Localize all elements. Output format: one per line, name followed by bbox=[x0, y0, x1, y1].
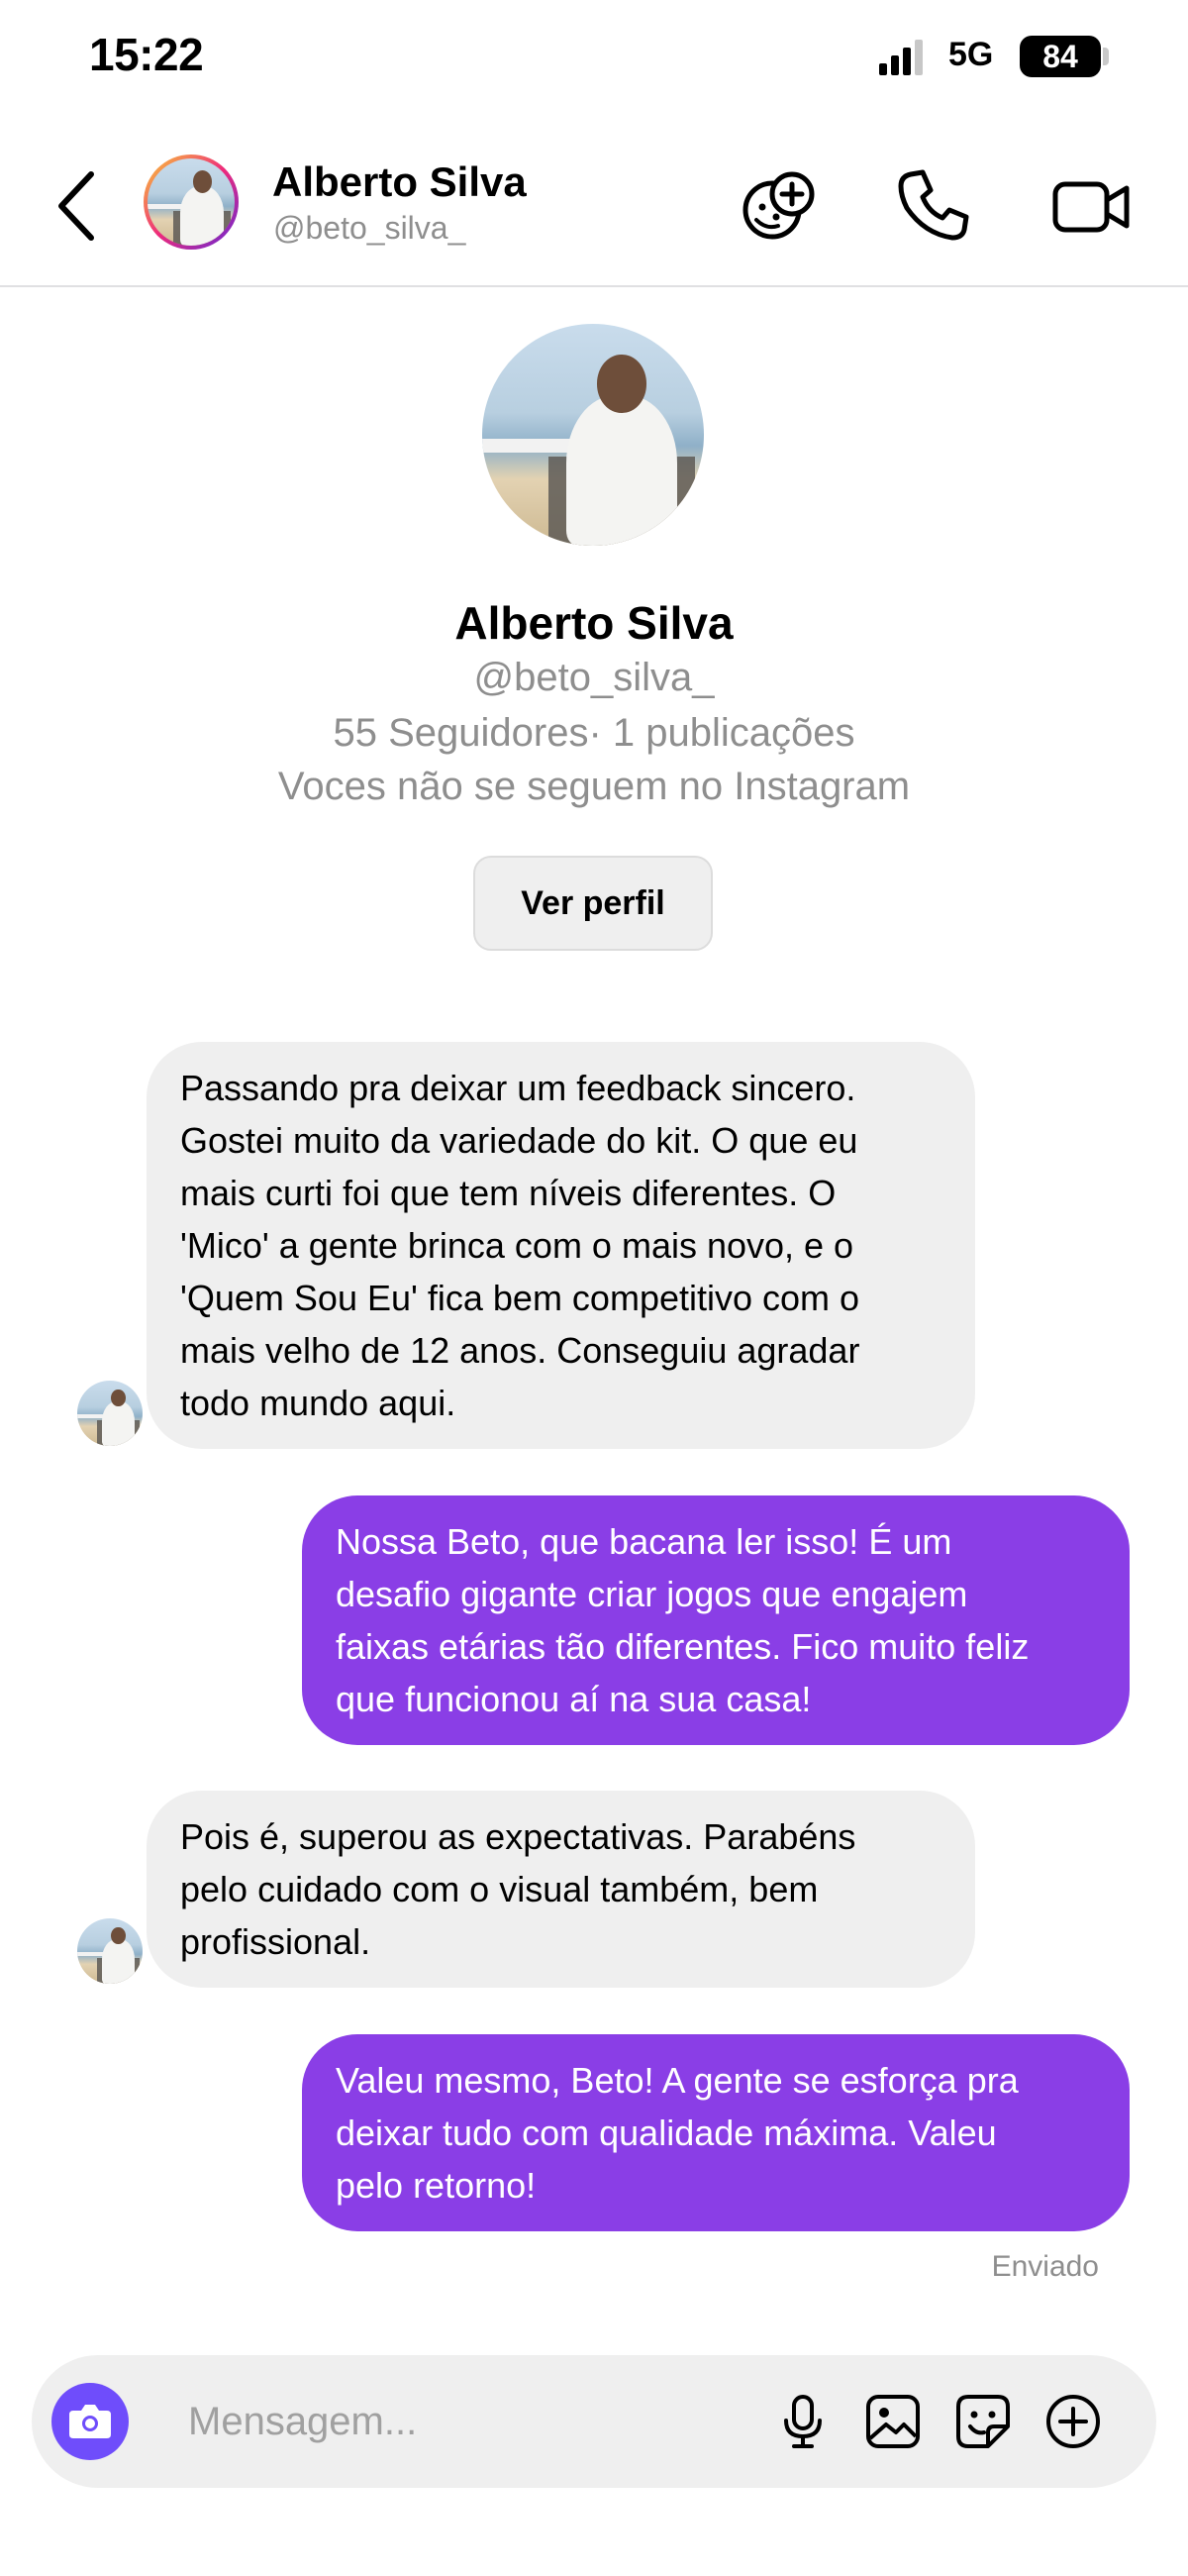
message-line: que funcionou aí na sua casa! bbox=[336, 1679, 812, 1719]
message-line: desafio gigante criar jogos que engajem bbox=[336, 1574, 968, 1614]
microphone-button[interactable] bbox=[770, 2389, 836, 2454]
message-line: 'Mico' a gente brinca com o mais novo, e… bbox=[180, 1225, 854, 1266]
sticker-button[interactable] bbox=[950, 2389, 1016, 2454]
microphone-icon bbox=[784, 2395, 822, 2448]
sent-status: Enviado bbox=[991, 2250, 1099, 2283]
message-line: pelo retorno! bbox=[336, 2165, 537, 2206]
header-avatar[interactable] bbox=[144, 155, 239, 250]
message-line: 'Quem Sou Eu' fica bem competitivo com o bbox=[180, 1278, 860, 1318]
profile-name: Alberto Silva bbox=[454, 597, 734, 649]
back-arrow-icon bbox=[58, 171, 94, 241]
camera-icon bbox=[69, 2405, 111, 2438]
message-bubble-incoming[interactable]: Passando pra deixar um feedback sincero.… bbox=[147, 1042, 975, 1449]
message-bubble-outgoing[interactable]: Nossa Beto, que bacana ler isso! É um de… bbox=[302, 1495, 1130, 1745]
message-line: Pois é, superou as expectativas. Parabén… bbox=[180, 1816, 856, 1857]
profile-handle: @beto_silva_ bbox=[473, 656, 715, 699]
voice-call-button[interactable] bbox=[889, 160, 978, 250]
more-options-button[interactable] bbox=[1040, 2389, 1106, 2454]
message-line: Nossa Beto, que bacana ler isso! É um bbox=[336, 1521, 952, 1562]
message-line: Passando pra deixar um feedback sincero. bbox=[180, 1068, 856, 1108]
phone-icon bbox=[898, 169, 969, 241]
chat-header: Alberto Silva @beto_silva_ bbox=[0, 139, 1188, 287]
message-bubble-incoming[interactable]: Pois é, superou as expectativas. Parabén… bbox=[147, 1791, 975, 1988]
video-call-button[interactable] bbox=[1047, 160, 1137, 250]
follow-status: Voces não se seguem no Instagram bbox=[277, 765, 911, 808]
header-contact-name[interactable]: Alberto Silva bbox=[272, 158, 527, 206]
plus-circle-icon bbox=[1046, 2395, 1100, 2448]
sender-avatar[interactable] bbox=[77, 1918, 143, 1984]
back-button[interactable] bbox=[50, 166, 109, 246]
battery-cap bbox=[1103, 48, 1109, 65]
battery-level: 84 bbox=[1020, 36, 1101, 77]
message-line: mais velho de 12 anos. Conseguiu agradar bbox=[180, 1330, 860, 1371]
message-line: mais curti foi que tem níveis diferentes… bbox=[180, 1173, 837, 1213]
message-line: profissional. bbox=[180, 1921, 371, 1962]
message-composer bbox=[32, 2355, 1156, 2488]
message-line: todo mundo aqui. bbox=[180, 1383, 456, 1423]
profile-photo[interactable] bbox=[482, 324, 704, 546]
message-bubble-outgoing[interactable]: Valeu mesmo, Beto! A gente se esforça pr… bbox=[302, 2034, 1130, 2231]
gallery-icon bbox=[866, 2395, 920, 2448]
view-profile-button[interactable]: Ver perfil bbox=[473, 856, 713, 951]
network-type: 5G bbox=[948, 36, 994, 73]
signal-strength-icon bbox=[879, 40, 923, 75]
message-line: Gostei muito da variedade do kit. O que … bbox=[180, 1120, 858, 1161]
profile-stats: 55 Seguidores· 1 publicações bbox=[333, 711, 855, 755]
message-line: Valeu mesmo, Beto! A gente se esforça pr… bbox=[336, 2060, 1019, 2101]
sender-avatar[interactable] bbox=[77, 1381, 143, 1446]
header-contact-handle[interactable]: @beto_silva_ bbox=[273, 210, 465, 247]
message-line: pelo cuidado com o visual também, bem bbox=[180, 1869, 819, 1909]
video-camera-icon bbox=[1052, 181, 1130, 233]
gallery-button[interactable] bbox=[860, 2389, 926, 2454]
message-line: deixar tudo com qualidade máxima. Valeu bbox=[336, 2112, 997, 2153]
game-button[interactable] bbox=[735, 160, 824, 250]
game-icon bbox=[742, 171, 815, 240]
sticker-icon bbox=[956, 2395, 1010, 2448]
message-line: faixas etárias tão diferentes. Fico muit… bbox=[336, 1626, 1030, 1667]
status-time: 15:22 bbox=[89, 29, 204, 80]
camera-button[interactable] bbox=[51, 2383, 129, 2460]
status-bar: 15:22 5G 84 bbox=[0, 0, 1188, 114]
message-input[interactable] bbox=[188, 2385, 742, 2458]
